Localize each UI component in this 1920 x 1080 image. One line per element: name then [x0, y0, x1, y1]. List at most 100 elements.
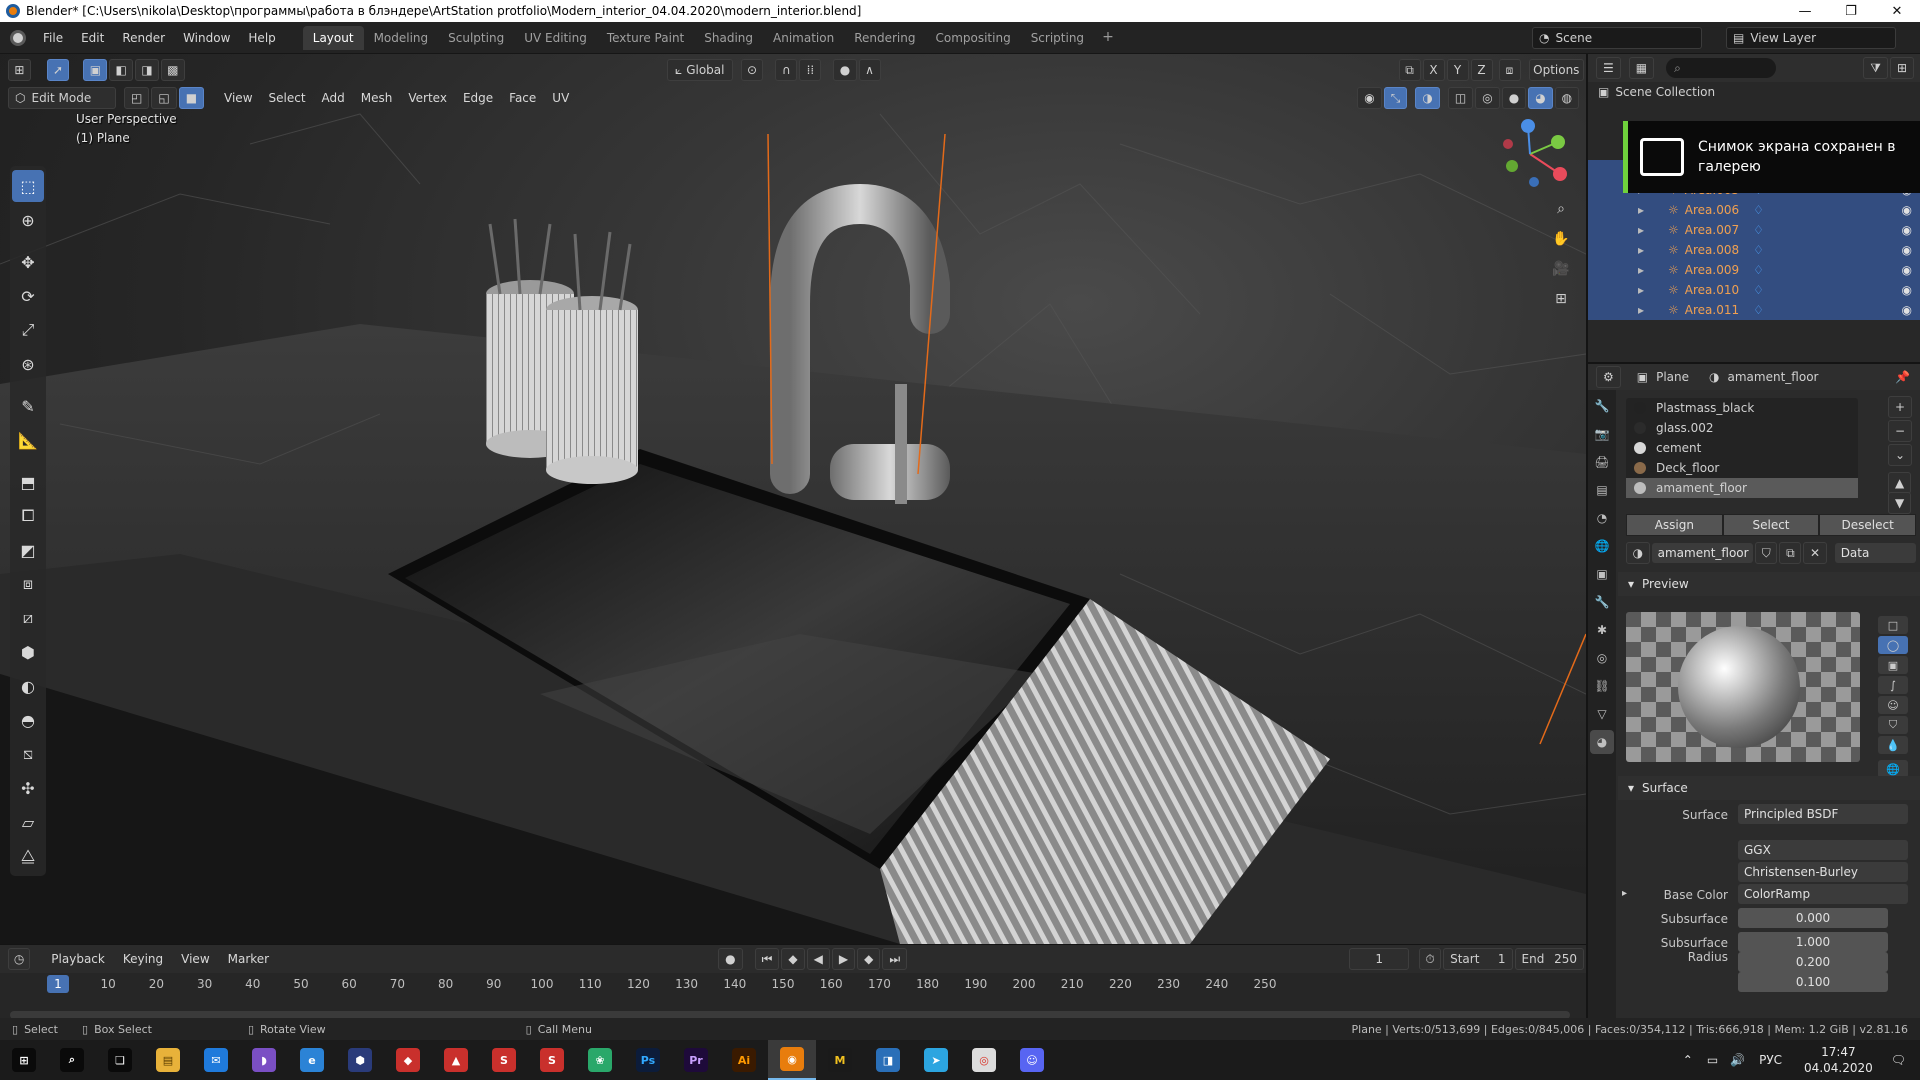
editor-type-button[interactable]: ⊞	[8, 59, 31, 81]
tool-smooth[interactable]: ◓	[12, 704, 44, 736]
tool-spin[interactable]: ◐	[12, 670, 44, 702]
taskbar-blender[interactable]: ◉	[768, 1040, 816, 1080]
expand-arrow-icon[interactable]: ▸	[1638, 243, 1644, 257]
slot-specials-button[interactable]: ⌄	[1888, 444, 1913, 466]
menu-render[interactable]: Render	[113, 31, 174, 45]
play-button[interactable]: ▶	[831, 948, 856, 970]
material-name-field[interactable]: amament_floor	[1651, 543, 1754, 563]
taskbar-premiere[interactable]: Pr	[672, 1040, 720, 1080]
volume-icon[interactable]: 🔊	[1730, 1053, 1745, 1067]
expand-icon[interactable]: ▸	[1622, 888, 1627, 899]
taskbar-app-7[interactable]: ◆	[384, 1040, 432, 1080]
auto-merge-toggle[interactable]: ⧈	[1498, 59, 1521, 81]
proportional-edit-toggle[interactable]: ●	[833, 59, 857, 81]
language-indicator[interactable]: РУС	[1759, 1053, 1782, 1067]
menu-vertex[interactable]: Vertex	[400, 91, 455, 105]
eye-icon[interactable]: ◉	[1902, 223, 1912, 237]
tab-modifiers[interactable]: 🔧	[1590, 590, 1614, 614]
tab-compositing[interactable]: Compositing	[925, 26, 1020, 50]
outliner-item[interactable]: ▸ ☼ Area.007 ♢ ◉	[1588, 220, 1920, 240]
gizmo-x-icon[interactable]	[1553, 167, 1567, 181]
tab-scripting[interactable]: Scripting	[1021, 26, 1094, 50]
select-mode-button[interactable]: ➚	[46, 59, 70, 81]
mirror-z-toggle[interactable]: Z	[1470, 59, 1493, 81]
menu-view[interactable]: View	[216, 91, 260, 105]
mode-dropdown[interactable]: ⬡ Edit Mode	[8, 87, 116, 109]
browse-material-button[interactable]: ◑	[1626, 542, 1650, 564]
tab-render[interactable]: 📷	[1590, 422, 1614, 446]
taskbar-task-view[interactable]: ❏	[96, 1040, 144, 1080]
preview-flat-button[interactable]: □	[1878, 616, 1908, 634]
preview-panel-header[interactable]: ▾ Preview	[1618, 572, 1920, 596]
camera-icon[interactable]: 🎥	[1548, 256, 1574, 282]
timeline-ruler[interactable]: 1 10 20 30 40 50 60 70 80 90 100 110 120 130 140 150 16…	[0, 973, 1586, 995]
clock[interactable]: 17:47 04.04.2020	[1804, 1044, 1873, 1076]
taskbar-visual-studio[interactable]: ◗	[240, 1040, 288, 1080]
unlink-material-button[interactable]: ✕	[1803, 542, 1827, 564]
jump-start-button[interactable]: ⏮	[754, 948, 780, 970]
timeline-editor-type[interactable]: ◷	[8, 948, 31, 970]
scene-collection-row[interactable]: ▣ Scene Collection	[1588, 82, 1920, 102]
edge-select-button[interactable]: ◱	[151, 87, 177, 109]
menu-file[interactable]: File	[34, 31, 72, 45]
gizmo-neg-y-icon[interactable]	[1506, 160, 1518, 172]
options-dropdown[interactable]: Options	[1528, 59, 1585, 81]
fake-user-button[interactable]: ⛉	[1755, 542, 1778, 564]
tab-shading[interactable]: Shading	[694, 26, 763, 50]
taskbar-app-6[interactable]: ⬢	[336, 1040, 384, 1080]
close-button[interactable]: ✕	[1874, 4, 1920, 19]
tool-poly-build[interactable]: ⬢	[12, 636, 44, 668]
select-subtract-button[interactable]: ◨	[135, 59, 159, 81]
expand-arrow-icon[interactable]: ▸	[1638, 203, 1644, 217]
menu-mesh[interactable]: Mesh	[353, 91, 401, 105]
next-key-button[interactable]: ◆	[857, 948, 881, 970]
playhead[interactable]: 1	[47, 975, 69, 993]
eye-icon[interactable]: ◉	[1902, 263, 1912, 277]
wireframe-shading[interactable]: ◎	[1475, 87, 1500, 109]
tool-measure[interactable]: 📐	[12, 424, 44, 456]
menu-uv[interactable]: UV	[544, 91, 577, 105]
menu-face[interactable]: Face	[501, 91, 544, 105]
outliner-editor-type[interactable]: ☰	[1596, 57, 1621, 79]
maximize-button[interactable]: ❐	[1828, 4, 1874, 19]
subsurface-method-dropdown[interactable]: Christensen-Burley	[1738, 862, 1908, 882]
start-frame-field[interactable]: Start 1	[1443, 948, 1513, 970]
notifications-icon[interactable]: 🗨	[1891, 1053, 1906, 1067]
gizmo-neg-x-icon[interactable]	[1503, 139, 1513, 149]
tab-modeling[interactable]: Modeling	[364, 26, 439, 50]
taskbar-chrome[interactable]: ◎	[960, 1040, 1008, 1080]
outliner-search-input[interactable]: ⌕	[1666, 58, 1777, 78]
tool-scale[interactable]: ⤢	[12, 314, 44, 346]
tool-extrude[interactable]: ⬒	[12, 466, 44, 498]
material-shading[interactable]: ◕	[1528, 87, 1553, 109]
filter-button[interactable]: ⧩	[1863, 57, 1888, 79]
view-layer-selector[interactable]: ▤ View Layer	[1726, 27, 1896, 49]
solid-shading[interactable]: ●	[1501, 87, 1527, 109]
select-extend-button[interactable]: ◧	[109, 59, 134, 81]
material-slot[interactable]: Plastmass_black	[1626, 398, 1858, 418]
material-slot[interactable]: cement	[1626, 438, 1858, 458]
tab-rendering[interactable]: Rendering	[844, 26, 925, 50]
snap-toggle[interactable]: ∩	[775, 59, 798, 81]
network-icon[interactable]: ▭	[1707, 1053, 1718, 1067]
tray-chevron-icon[interactable]: ⌃	[1683, 1053, 1693, 1067]
tab-layout[interactable]: Layout	[302, 25, 364, 50]
remove-slot-button[interactable]: −	[1888, 420, 1913, 442]
tab-view-layer[interactable]: ▤	[1590, 478, 1614, 502]
tab-data[interactable]: ▽	[1590, 702, 1614, 726]
taskbar-start[interactable]: ⊞	[0, 1040, 48, 1080]
orientation-dropdown[interactable]: ⟀ Global	[666, 59, 733, 81]
jump-end-button[interactable]: ⏭	[882, 948, 908, 970]
taskbar-explorer[interactable]: ▤	[144, 1040, 192, 1080]
taskbar-app-10[interactable]: S	[528, 1040, 576, 1080]
tab-object[interactable]: ▣	[1590, 562, 1614, 586]
minimize-button[interactable]: —	[1782, 4, 1828, 19]
tab-animation[interactable]: Animation	[763, 26, 844, 50]
tab-output[interactable]: 🖨	[1590, 450, 1614, 474]
assign-button[interactable]: Assign	[1626, 514, 1723, 536]
current-frame-field[interactable]: 1	[1349, 948, 1410, 970]
expand-arrow-icon[interactable]: ▸	[1638, 303, 1644, 317]
tool-transform[interactable]: ⊛	[12, 348, 44, 380]
navigation-gizmo[interactable]	[1490, 114, 1570, 194]
pin-icon[interactable]: 📌	[1895, 370, 1910, 384]
